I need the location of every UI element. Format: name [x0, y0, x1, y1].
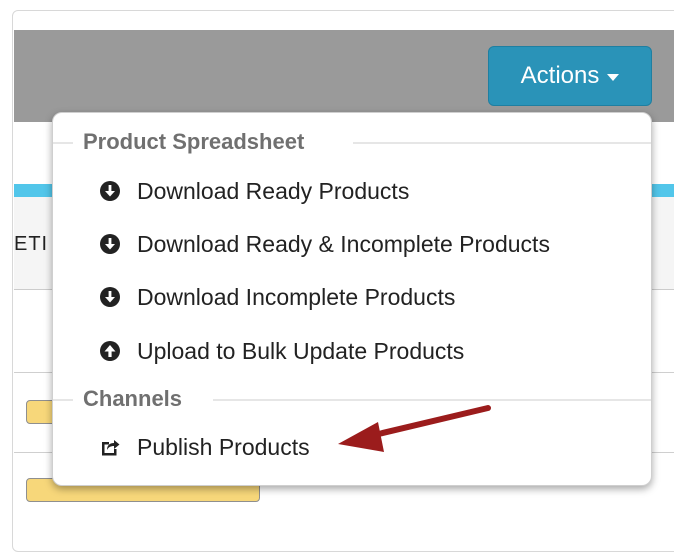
column-header[interactable]: ETI [14, 233, 48, 256]
menu-item-download-ready-incomplete[interactable]: Download Ready & Incomplete Products [99, 227, 550, 261]
actions-dropdown-menu: Product Spreadsheet Download Ready Produ… [52, 112, 652, 486]
menu-item-label: Download Ready & Incomplete Products [137, 230, 550, 257]
menu-item-download-ready[interactable]: Download Ready Products [99, 174, 409, 208]
menu-item-publish-products[interactable]: Publish Products [99, 430, 310, 464]
caret-down-icon [607, 73, 620, 81]
section-title: Channels [83, 386, 183, 411]
section-rule [53, 142, 73, 144]
section-header-product-spreadsheet: Product Spreadsheet [53, 130, 651, 154]
section-title: Product Spreadsheet [83, 129, 305, 154]
download-circle-icon [100, 181, 120, 201]
menu-item-label: Publish Products [137, 433, 310, 460]
download-circle-icon [100, 234, 120, 254]
section-rule [53, 399, 73, 401]
menu-item-download-incomplete[interactable]: Download Incomplete Products [99, 280, 455, 314]
menu-item-label: Download Ready Products [137, 177, 410, 204]
menu-item-upload-bulk-update[interactable]: Upload to Bulk Update Products [99, 334, 464, 368]
section-rule [353, 142, 651, 144]
section-header-channels: Channels [53, 387, 651, 411]
upload-circle-icon [100, 341, 120, 361]
menu-item-label: Upload to Bulk Update Products [137, 337, 465, 364]
share-icon [102, 440, 120, 456]
section-rule [213, 399, 651, 401]
actions-button-label: Actions [520, 62, 600, 89]
actions-button[interactable]: Actions [488, 46, 652, 106]
download-circle-icon [100, 287, 120, 307]
menu-item-label: Download Incomplete Products [137, 283, 456, 310]
